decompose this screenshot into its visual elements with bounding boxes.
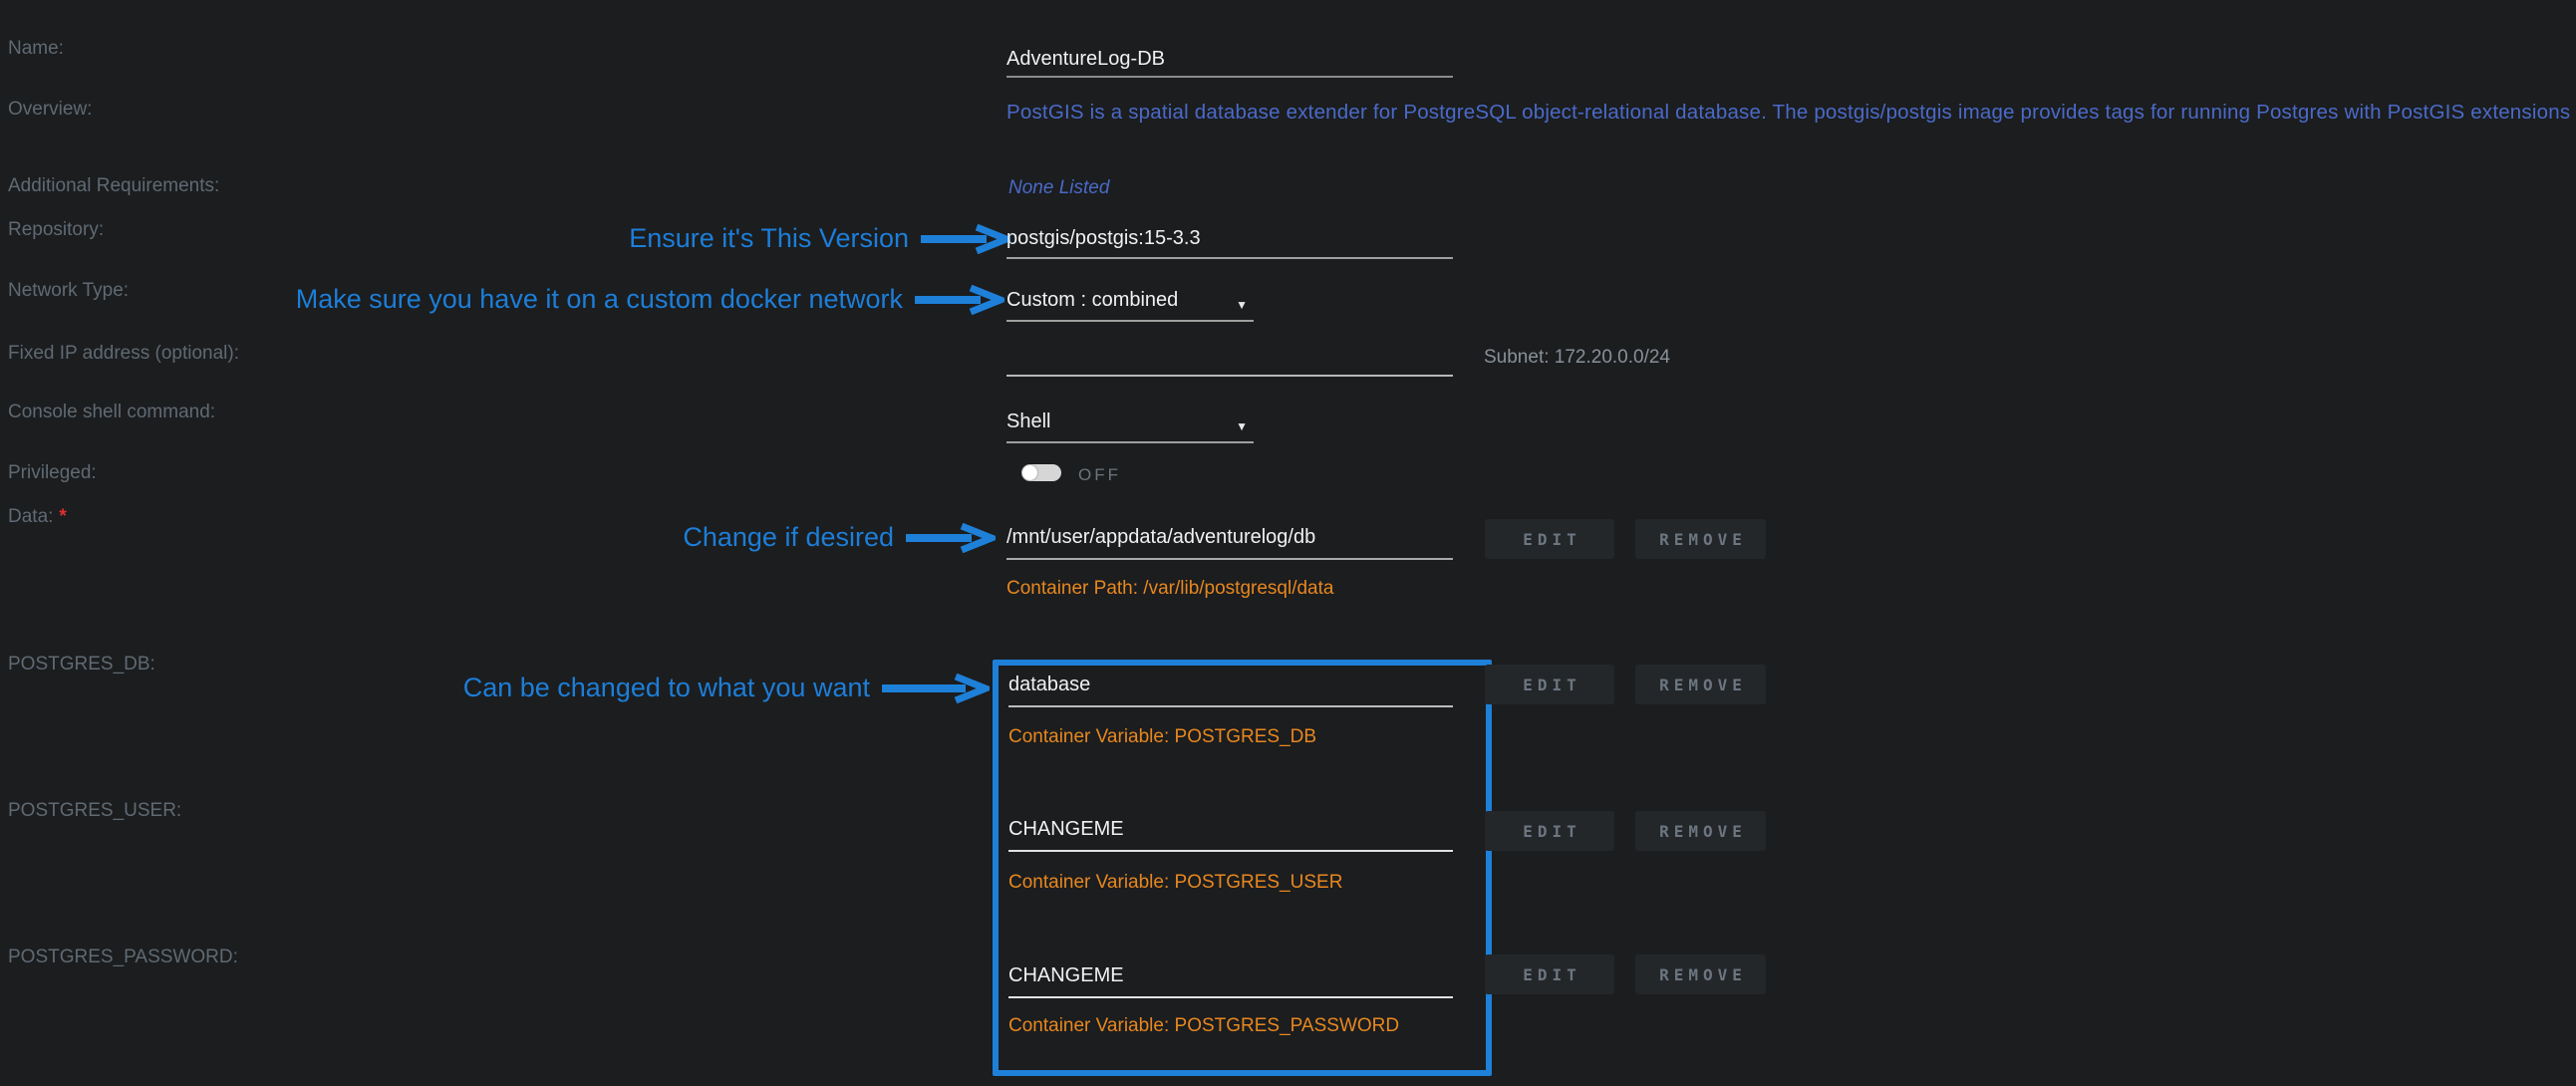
subnet-note: Subnet: 172.20.0.0/24	[1484, 347, 1670, 369]
network-type-select[interactable]: Custom : combined ▼	[1006, 289, 1254, 322]
toggle-knob-icon	[1022, 465, 1037, 480]
postgres-user-value: CHANGEME	[1008, 818, 1124, 841]
data-path-input[interactable]: /mnt/user/appdata/adventurelog/db	[1006, 526, 1453, 560]
postgres-db-remove-button[interactable]: REMOVE	[1635, 665, 1766, 704]
overview-label: Overview:	[8, 99, 92, 121]
postgres-db-label: POSTGRES_DB:	[8, 654, 155, 676]
postgres-db-annotation-text: Can be changed to what you want	[463, 673, 870, 703]
postgres-password-edit-button[interactable]: EDIT	[1485, 954, 1614, 994]
annotation-arrow-icon	[919, 224, 1010, 254]
console-shell-select[interactable]: Shell ▼	[1006, 410, 1254, 443]
console-shell-value: Shell	[1006, 410, 1050, 433]
name-value: AdventureLog-DB	[1006, 48, 1165, 71]
postgres-user-variable-note: Container Variable: POSTGRES_USER	[1008, 872, 1342, 894]
postgres-user-remove-button[interactable]: REMOVE	[1635, 811, 1766, 851]
network-annotation-text: Make sure you have it on a custom docker…	[296, 284, 903, 315]
fixed-ip-input[interactable]	[1006, 345, 1453, 377]
postgres-password-label: POSTGRES_PASSWORD:	[8, 947, 238, 968]
name-input[interactable]: AdventureLog-DB	[1006, 48, 1453, 78]
repository-value: postgis/postgis:15-3.3	[1006, 227, 1201, 250]
repository-label: Repository:	[8, 219, 104, 241]
postgres-db-value: database	[1008, 674, 1090, 696]
annotation-arrow-icon	[880, 674, 990, 703]
postgres-db-variable-note: Container Variable: POSTGRES_DB	[1008, 726, 1316, 748]
repository-input[interactable]: postgis/postgis:15-3.3	[1006, 227, 1453, 259]
network-type-label: Network Type:	[8, 280, 129, 302]
postgres-db-input[interactable]: database	[1008, 674, 1453, 707]
postgres-user-label: POSTGRES_USER:	[8, 800, 181, 822]
data-annotation: Change if desired	[683, 522, 996, 553]
data-label-text: Data:	[8, 506, 53, 527]
fixed-ip-label: Fixed IP address (optional):	[8, 343, 239, 365]
data-container-path-note: Container Path: /var/lib/postgresql/data	[1006, 578, 1333, 600]
overview-text: PostGIS is a spatial database extender f…	[1006, 101, 2576, 125]
name-label: Name:	[8, 38, 64, 60]
postgres-user-input[interactable]: CHANGEME	[1008, 818, 1453, 852]
network-type-value: Custom : combined	[1006, 289, 1178, 312]
repository-annotation: Ensure it's This Version	[629, 223, 1010, 254]
data-annotation-text: Change if desired	[683, 522, 894, 553]
postgres-db-edit-button[interactable]: EDIT	[1485, 665, 1614, 704]
chevron-down-icon: ▼	[1236, 419, 1248, 433]
postgres-db-annotation: Can be changed to what you want	[463, 673, 990, 703]
network-annotation: Make sure you have it on a custom docker…	[296, 284, 1004, 315]
privileged-state: OFF	[1078, 465, 1121, 485]
additional-requirements-value: None Listed	[1008, 177, 1109, 199]
postgres-user-edit-button[interactable]: EDIT	[1485, 811, 1614, 851]
postgres-password-variable-note: Container Variable: POSTGRES_PASSWORD	[1008, 1015, 1399, 1037]
privileged-toggle[interactable]	[1021, 464, 1061, 481]
data-edit-button[interactable]: EDIT	[1485, 519, 1614, 559]
required-asterisk: *	[59, 506, 66, 527]
chevron-down-icon: ▼	[1236, 298, 1248, 312]
annotation-arrow-icon	[904, 523, 996, 553]
data-label: Data: *	[8, 506, 67, 528]
postgres-password-remove-button[interactable]: REMOVE	[1635, 954, 1766, 994]
data-remove-button[interactable]: REMOVE	[1635, 519, 1766, 559]
docker-container-settings-page: Name: Overview: Additional Requirements:…	[0, 0, 2576, 1086]
annotation-arrow-icon	[913, 285, 1004, 315]
repository-annotation-text: Ensure it's This Version	[629, 223, 909, 254]
highlight-box	[993, 660, 1492, 1076]
postgres-password-value: CHANGEME	[1008, 964, 1124, 987]
data-path-value: /mnt/user/appdata/adventurelog/db	[1006, 526, 1315, 549]
console-shell-label: Console shell command:	[8, 402, 215, 423]
additional-requirements-label: Additional Requirements:	[8, 175, 219, 197]
privileged-label: Privileged:	[8, 462, 97, 484]
postgres-password-input[interactable]: CHANGEME	[1008, 964, 1453, 998]
